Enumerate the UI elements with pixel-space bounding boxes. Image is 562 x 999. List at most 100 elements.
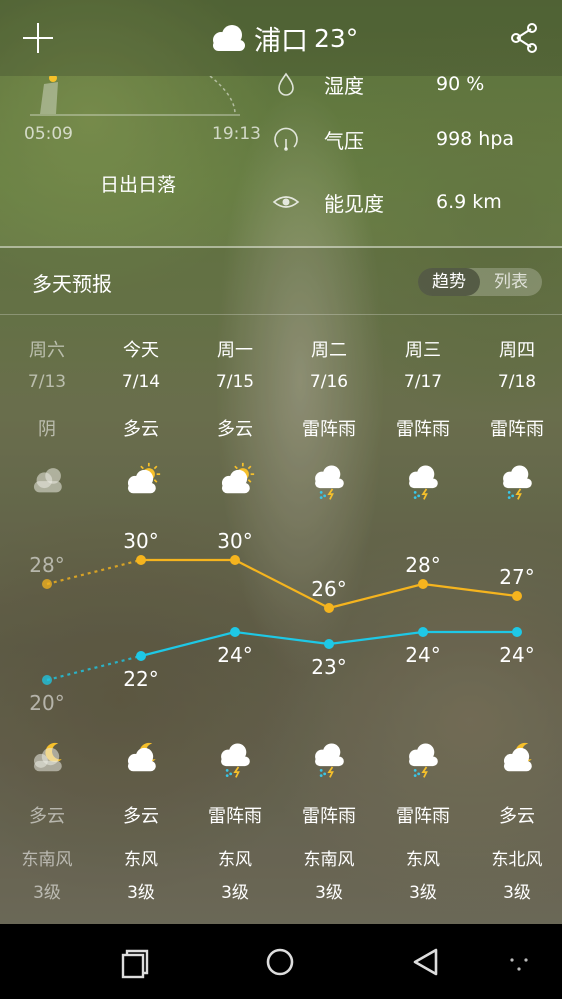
night-condition: 雷阵雨 [396, 806, 450, 827]
day-condition: 雷阵雨 [490, 419, 544, 440]
view-toggle[interactable]: 趋势 列表 [418, 268, 542, 296]
wind-level: 3级 [315, 883, 343, 903]
low-temp-label: 23° [311, 655, 346, 679]
high-temp-point [42, 579, 52, 589]
wind-level: 3级 [409, 883, 437, 903]
day-date: 7/13 [27, 372, 67, 392]
visibility-row: 能见度 6.9 km [270, 182, 502, 222]
high-temp-label: 30° [123, 529, 158, 553]
overcast-icon [33, 468, 62, 493]
day-name: 周四 [499, 340, 535, 361]
pressure-value: 998 hpa [436, 128, 515, 150]
day-name: 周六 [29, 340, 65, 361]
day-condition: 多云 [123, 419, 159, 440]
thunderstorm-icon [221, 743, 250, 778]
low-temp-label: 20° [29, 691, 64, 715]
day-name: 周三 [405, 340, 441, 361]
day-condition: 雷阵雨 [396, 419, 450, 440]
high-temp-point [418, 579, 428, 589]
list-tab[interactable]: 列表 [480, 268, 542, 296]
low-temp-point [512, 627, 522, 637]
current-temp: 23° [314, 23, 359, 53]
day-name: 周二 [311, 340, 347, 361]
trend-tab[interactable]: 趋势 [418, 268, 480, 296]
humidity-label: 湿度 [324, 73, 364, 98]
wind-direction: 东南风 [21, 850, 73, 870]
sunrise-time: 05:09 [24, 124, 73, 144]
low-temp-point [418, 627, 428, 637]
forecast-title: 多天预报 [32, 272, 112, 296]
low-temp-point [136, 651, 146, 661]
day-condition: 阴 [38, 419, 56, 440]
city-name: 浦口 [254, 25, 308, 57]
day-name: 今天 [123, 340, 159, 361]
cloudy-night-icon [33, 742, 62, 772]
high-temp-point [230, 555, 240, 565]
high-temp-label: 28° [405, 553, 440, 577]
share-icon[interactable] [506, 20, 542, 56]
sunrise-sunset-label: 日出日落 [100, 174, 177, 196]
night-condition: 雷阵雨 [208, 806, 262, 827]
sunset-time: 19:13 [212, 124, 261, 144]
thunderstorm-icon [409, 465, 438, 500]
location-title[interactable]: 浦口 23° [208, 18, 358, 58]
recent-apps-icon[interactable] [114, 942, 154, 982]
wind-level: 3级 [33, 883, 61, 903]
wind-direction: 东南风 [303, 850, 355, 870]
pressure-label: 气压 [324, 128, 364, 153]
wind-direction: 东风 [218, 850, 252, 870]
sun-arc [30, 76, 240, 116]
day-date: 7/16 [309, 372, 349, 392]
day-date: 7/17 [403, 372, 443, 392]
menu-dots-icon[interactable] [500, 942, 540, 982]
low-temp-point [324, 639, 334, 649]
wind-level: 3级 [503, 883, 531, 903]
low-temp-point [42, 675, 52, 685]
humidity-value: 90 % [436, 73, 485, 95]
eye-icon [272, 196, 300, 208]
night-condition: 雷阵雨 [302, 806, 356, 827]
day-date: 7/14 [121, 372, 161, 392]
high-temp-label: 30° [217, 529, 252, 553]
partly-sunny-icon [127, 462, 161, 494]
night-condition: 多云 [123, 806, 159, 827]
navigation-bar [0, 924, 562, 999]
low-temp-label: 24° [217, 643, 252, 667]
cloudy-night-icon [127, 742, 156, 772]
wind-level: 3级 [221, 883, 249, 903]
back-triangle-icon[interactable] [406, 942, 446, 982]
partly-sunny-icon [221, 462, 255, 494]
thunderstorm-icon [503, 465, 532, 500]
temperature-chart: 28° 30° 30° 26° 28° 27° 20° 22° 24° 23° 24° 24° [29, 529, 534, 715]
day-date: 7/18 [497, 372, 537, 392]
low-temp-point [230, 627, 240, 637]
humidity-row: 湿度 90 % [270, 64, 484, 104]
gauge-icon [274, 127, 298, 151]
wind-direction: 东北风 [491, 850, 543, 870]
home-circle-icon[interactable] [260, 942, 300, 982]
high-temp-point [324, 603, 334, 613]
high-temp-label: 27° [499, 565, 534, 589]
thunderstorm-icon [315, 743, 344, 778]
droplet-icon [278, 72, 294, 96]
day-name: 周一 [217, 340, 253, 361]
thunderstorm-icon [409, 743, 438, 778]
thunderstorm-icon [315, 465, 344, 500]
night-condition: 多云 [29, 806, 65, 827]
visibility-label: 能见度 [324, 191, 384, 216]
pressure-row: 气压 998 hpa [270, 119, 514, 159]
night-condition: 多云 [499, 806, 535, 827]
high-temp-label: 28° [29, 553, 64, 577]
day-date: 7/15 [215, 372, 255, 392]
high-temp-point [512, 591, 522, 601]
high-temp-point [136, 555, 146, 565]
cloud-icon [213, 25, 245, 51]
forecast-separator [0, 314, 562, 315]
wind-direction: 东风 [124, 850, 158, 870]
low-temp-label: 24° [405, 643, 440, 667]
cloudy-night-icon [503, 742, 532, 772]
wind-direction: 东风 [406, 850, 440, 870]
day-condition: 雷阵雨 [302, 419, 356, 440]
day-condition: 多云 [217, 419, 253, 440]
plus-icon[interactable] [20, 20, 56, 56]
